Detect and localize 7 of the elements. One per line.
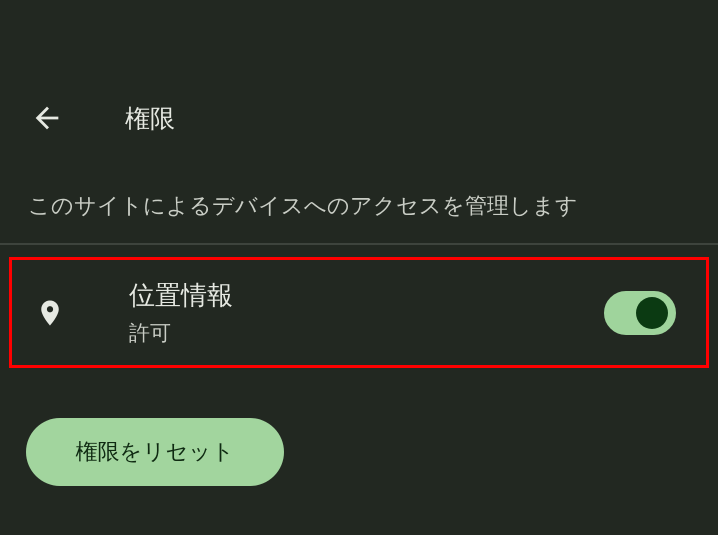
description-text: このサイトによるデバイスへのアクセスを管理します [27,193,579,221]
reset-permissions-button[interactable]: 権限をリセット [26,418,284,486]
page-title: 権限 [125,102,175,134]
permission-row[interactable]: 位置情報 許可 [9,257,709,368]
permission-status: 許可 [129,320,172,347]
permission-title: 位置情報 [129,280,234,313]
toggle-switch[interactable] [604,290,676,334]
